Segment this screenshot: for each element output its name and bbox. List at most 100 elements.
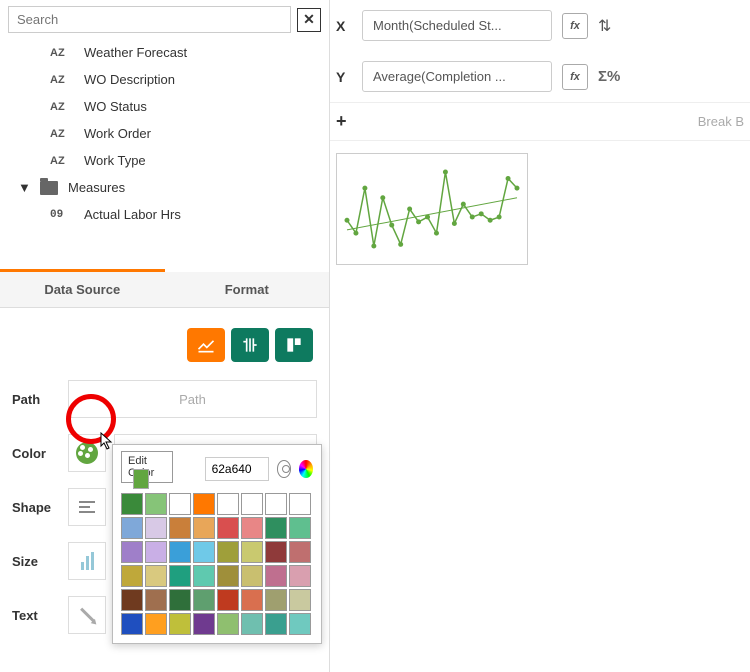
color-swatch[interactable] <box>169 541 191 563</box>
shape-picker-button[interactable] <box>68 488 106 526</box>
tree-item-label: Weather Forecast <box>84 45 187 60</box>
tree-item-label: WO Status <box>84 99 147 114</box>
color-swatch[interactable] <box>241 541 263 563</box>
color-swatch[interactable] <box>289 517 311 539</box>
color-swatch[interactable] <box>241 613 263 635</box>
field-tree[interactable]: AZ Weather Forecast AZWO Description AZ WO… <box>0 39 329 269</box>
current-color-swatch[interactable] <box>133 469 149 489</box>
color-swatch[interactable] <box>169 493 191 515</box>
color-swatch[interactable] <box>145 565 167 587</box>
color-picker-button[interactable] <box>68 434 106 472</box>
tree-folder-measures[interactable]: ▼ Measures <box>8 174 329 201</box>
line-chart-icon <box>196 335 216 355</box>
color-swatch[interactable] <box>289 541 311 563</box>
color-swatch[interactable] <box>193 493 215 515</box>
add-axis-button[interactable]: + <box>336 111 352 132</box>
color-swatch[interactable] <box>121 517 143 539</box>
color-picker-popup: Edit Color <box>112 444 322 644</box>
hex-input[interactable] <box>205 457 269 481</box>
color-swatch[interactable] <box>217 565 239 587</box>
color-swatch[interactable] <box>193 613 215 635</box>
tree-item[interactable]: 09 Actual Labor Hrs <box>8 201 329 228</box>
text-type-icon: AZ <box>50 74 74 86</box>
color-swatch[interactable] <box>217 493 239 515</box>
color-swatch[interactable] <box>265 589 287 611</box>
x-axis-pill[interactable]: Month(Scheduled St... <box>362 10 552 41</box>
x-fx-button[interactable]: fx <box>562 13 588 39</box>
tree-item-label: Work Type <box>84 153 146 168</box>
color-swatch[interactable] <box>217 613 239 635</box>
text-type-icon: AZ <box>50 47 74 59</box>
palette-icon <box>76 442 98 464</box>
color-swatch[interactable] <box>169 589 191 611</box>
text-picker-button[interactable] <box>68 596 106 634</box>
color-swatch[interactable] <box>241 517 263 539</box>
color-swatch[interactable] <box>289 565 311 587</box>
chevron-down-icon: ▼ <box>18 180 30 195</box>
color-swatch[interactable] <box>265 493 287 515</box>
color-swatch[interactable] <box>121 565 143 587</box>
color-swatch[interactable] <box>169 613 191 635</box>
color-swatch[interactable] <box>169 517 191 539</box>
color-swatch[interactable] <box>193 589 215 611</box>
lines-icon <box>79 501 95 513</box>
shape-label: Shape <box>12 500 60 515</box>
color-swatch[interactable] <box>217 517 239 539</box>
y-axis-pill[interactable]: Average(Completion ... <box>362 61 552 92</box>
y-fx-button[interactable]: fx <box>562 64 588 90</box>
search-input[interactable] <box>8 6 291 33</box>
color-swatch[interactable] <box>193 565 215 587</box>
color-swatch[interactable] <box>145 589 167 611</box>
color-swatch[interactable] <box>193 541 215 563</box>
color-target-icon[interactable] <box>277 460 291 478</box>
color-swatch[interactable] <box>265 565 287 587</box>
color-swatch[interactable] <box>121 613 143 635</box>
layout-button-1[interactable] <box>231 328 269 362</box>
color-swatch[interactable] <box>121 541 143 563</box>
text-type-icon: AZ <box>50 155 74 167</box>
tab-data-source[interactable]: Data Source <box>0 272 165 307</box>
tree-item[interactable]: AZ Work Type <box>8 147 329 174</box>
color-swatch[interactable] <box>289 589 311 611</box>
color-swatch[interactable] <box>193 517 215 539</box>
chart-preview[interactable] <box>336 153 528 265</box>
color-swatch[interactable] <box>169 565 191 587</box>
chart-type-button[interactable] <box>187 328 225 362</box>
color-swatch[interactable] <box>145 541 167 563</box>
color-swatch[interactable] <box>145 517 167 539</box>
tree-item[interactable]: AZ Weather Forecast <box>8 39 329 66</box>
color-swatch[interactable] <box>289 493 311 515</box>
text-type-icon: AZ <box>50 101 74 113</box>
color-swatch[interactable] <box>121 493 143 515</box>
aggregate-button[interactable]: Σ% <box>598 68 620 85</box>
color-swatch[interactable] <box>289 613 311 635</box>
color-swatch[interactable] <box>265 613 287 635</box>
color-swatch[interactable] <box>145 493 167 515</box>
tree-item-label: Actual Labor Hrs <box>84 207 181 222</box>
color-swatch[interactable] <box>265 541 287 563</box>
color-wheel-icon[interactable] <box>299 460 313 478</box>
tree-item[interactable]: AZ WO Status <box>8 93 329 120</box>
layout-button-2[interactable] <box>275 328 313 362</box>
color-swatch[interactable] <box>265 517 287 539</box>
split-icon <box>284 335 304 355</box>
color-swatch[interactable] <box>241 589 263 611</box>
color-swatch[interactable] <box>121 589 143 611</box>
path-drop-zone[interactable]: Path <box>68 380 317 418</box>
color-swatch[interactable] <box>217 589 239 611</box>
sort-button[interactable]: ⇅ <box>598 16 611 36</box>
folder-label: Measures <box>68 180 125 195</box>
number-type-icon: 09 <box>50 209 74 221</box>
y-axis-label: Y <box>336 69 352 85</box>
tab-format[interactable]: Format <box>165 272 330 307</box>
tree-item[interactable]: AZWO Description <box>8 66 329 93</box>
tree-item[interactable]: AZWork Order <box>8 120 329 147</box>
color-swatch[interactable] <box>217 541 239 563</box>
break-by-placeholder[interactable]: Break B <box>362 114 744 129</box>
color-swatch[interactable] <box>145 613 167 635</box>
color-swatch[interactable] <box>241 493 263 515</box>
color-swatch[interactable] <box>241 565 263 587</box>
size-picker-button[interactable] <box>68 542 106 580</box>
text-label: Text <box>12 608 60 623</box>
clear-search-button[interactable]: ✕ <box>297 8 321 32</box>
